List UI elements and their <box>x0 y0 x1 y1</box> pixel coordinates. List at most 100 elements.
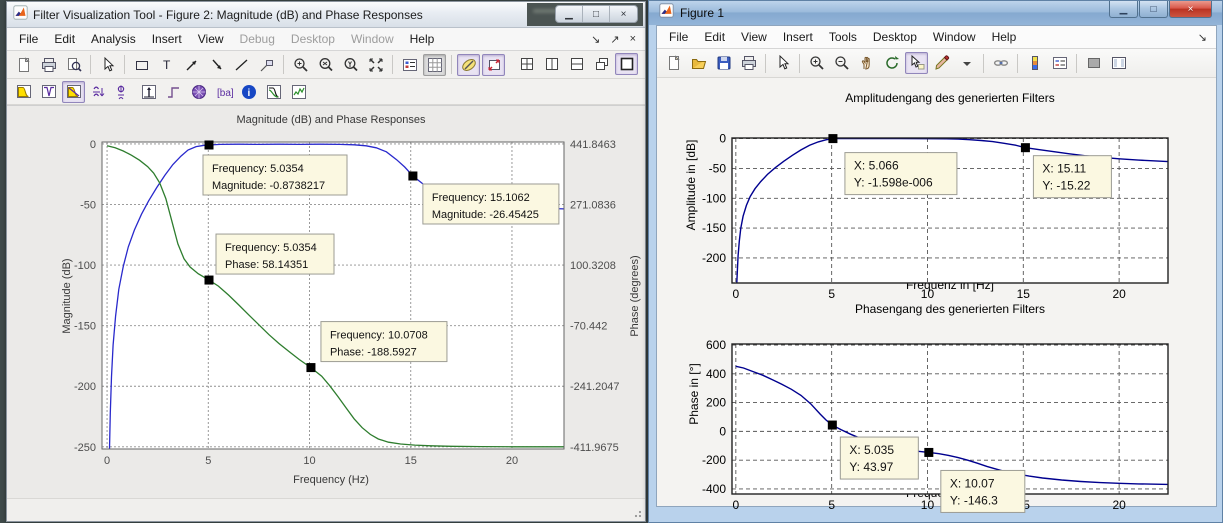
menu-analysis[interactable]: Analysis <box>83 28 144 50</box>
zoom-out-icon[interactable] <box>830 52 853 74</box>
zoom-y-icon[interactable] <box>339 54 362 76</box>
matlab-app-icon <box>659 3 674 23</box>
fvtool-main-toolbar: T <box>7 51 645 79</box>
menu-insert[interactable]: Insert <box>144 28 190 50</box>
full-view-icon[interactable] <box>364 54 387 76</box>
svg-text:441.8463: 441.8463 <box>570 139 616 151</box>
undock-figure-icon[interactable]: ↗ <box>605 33 624 46</box>
insert-colorbar-icon[interactable] <box>1023 52 1046 74</box>
magnitude-estimate-icon[interactable] <box>262 81 285 103</box>
fvtool-analysis-toolbar: [ba] i <box>7 79 645 105</box>
layout-single-icon[interactable] <box>615 53 638 75</box>
pole-zero-icon[interactable] <box>187 81 210 103</box>
phase-response-icon[interactable] <box>37 81 60 103</box>
menu-edit[interactable]: Edit <box>696 26 733 48</box>
menu-file[interactable]: File <box>661 26 696 48</box>
svg-text:i: i <box>247 88 250 99</box>
rotate-3d-icon[interactable] <box>880 52 903 74</box>
menu-help[interactable]: Help <box>402 28 443 50</box>
fvtool-menubar: FileEditAnalysisInsertViewDebugDesktopWi… <box>7 28 645 51</box>
fvtool-plot-canvas: Magnitude (dB) and Phase Responses Magni… <box>7 105 645 499</box>
layout-grid-icon[interactable] <box>515 53 538 75</box>
insert-arrow-se-icon[interactable] <box>205 54 228 76</box>
filter-coefficients-icon[interactable]: [ba] <box>212 81 235 103</box>
amplitude-plot[interactable]: 051015200-50-100-150-200X: 5.066Y: -1.59… <box>657 106 1216 312</box>
dropdown-caret-icon[interactable] <box>955 52 978 74</box>
menu-help[interactable]: Help <box>984 26 1025 48</box>
svg-text:-411.9675: -411.9675 <box>570 442 619 454</box>
grid-toggle-icon[interactable] <box>423 54 446 76</box>
menu-window[interactable]: Window <box>925 26 984 48</box>
svg-text:0: 0 <box>90 139 96 151</box>
insert-arrow-ne-icon[interactable] <box>180 54 203 76</box>
phase-plot[interactable]: 051015206004002000-200-400X: 5.035Y: 43.… <box>657 316 1216 523</box>
phase-plot-title: Phasengang des generierten Filters <box>855 302 1045 316</box>
print-figure-icon[interactable] <box>737 52 760 74</box>
open-file-icon[interactable] <box>687 52 710 74</box>
phase-delay-icon[interactable] <box>112 81 135 103</box>
draw-mode-icon[interactable] <box>457 54 480 76</box>
insert-line-icon[interactable] <box>230 54 253 76</box>
data-cursor-icon[interactable] <box>905 52 928 74</box>
group-delay-icon[interactable] <box>87 81 110 103</box>
insert-rectangle-icon[interactable] <box>130 54 153 76</box>
menu-view[interactable]: View <box>190 28 232 50</box>
zoom-in-icon[interactable] <box>805 52 828 74</box>
pin-icon[interactable] <box>255 54 278 76</box>
menu-tools[interactable]: Tools <box>821 26 865 48</box>
menu-view[interactable]: View <box>733 26 775 48</box>
menu-edit[interactable]: Edit <box>46 28 83 50</box>
svg-text:-400: -400 <box>702 482 726 496</box>
dock-figure-icon[interactable]: ↘ <box>586 33 605 46</box>
resize-grip-icon[interactable] <box>632 508 642 518</box>
layout-cascade-icon[interactable] <box>590 53 613 75</box>
fvtool-titlebar[interactable]: Filter Visualization Tool - Figure 2: Ma… <box>7 2 645 28</box>
svg-text:[ba]: [ba] <box>217 88 233 99</box>
print-preview-icon[interactable] <box>62 54 85 76</box>
zoom-in-icon[interactable] <box>289 54 312 76</box>
new-figure-icon[interactable] <box>662 52 685 74</box>
zoom-x-icon[interactable] <box>314 54 337 76</box>
svg-text:X: 15.11: X: 15.11 <box>1042 162 1086 176</box>
hide-plot-tools-icon[interactable] <box>1082 52 1105 74</box>
step-response-icon[interactable] <box>162 81 185 103</box>
menu-file[interactable]: File <box>11 28 46 50</box>
magnitude-phase-plot[interactable]: 051015200441.8463-50271.0836-100100.3208… <box>9 106 645 476</box>
figure1-titlebar[interactable]: Figure 1 ▁□× <box>649 1 1222 25</box>
minimize-button[interactable]: ▁ <box>1109 1 1138 18</box>
restore-button[interactable]: □ <box>583 6 610 22</box>
insert-legend-icon[interactable] <box>1048 52 1071 74</box>
dock-figure-icon[interactable]: ↘ <box>1193 31 1212 44</box>
save-figure-icon[interactable] <box>712 52 735 74</box>
close-button[interactable]: × <box>610 6 637 22</box>
round-off-noise-icon[interactable] <box>287 81 310 103</box>
svg-text:15: 15 <box>405 455 417 467</box>
link-plot-icon[interactable] <box>989 52 1012 74</box>
layout-horizontal-icon[interactable] <box>565 53 588 75</box>
magnitude-phase-icon[interactable] <box>62 81 85 103</box>
magnitude-response-icon[interactable] <box>12 81 35 103</box>
svg-text:-50: -50 <box>80 200 96 212</box>
close-button[interactable]: × <box>1169 1 1212 18</box>
restore-button[interactable]: □ <box>1139 1 1168 18</box>
print-icon[interactable] <box>37 54 60 76</box>
svg-text:Frequency: 15.1062: Frequency: 15.1062 <box>432 192 530 204</box>
pan-icon[interactable] <box>855 52 878 74</box>
minimize-button[interactable]: ▁ <box>556 6 583 22</box>
filter-info-icon[interactable]: i <box>237 81 260 103</box>
edit-plot-pointer-icon[interactable] <box>771 52 794 74</box>
fit-view-icon[interactable] <box>482 54 505 76</box>
edit-plot-pointer-icon[interactable] <box>96 54 119 76</box>
amplitude-plot-title: Amplitudengang des generierten Filters <box>845 91 1054 105</box>
menu-desktop[interactable]: Desktop <box>865 26 925 48</box>
brush-icon[interactable] <box>930 52 953 74</box>
legend-toggle-icon[interactable] <box>398 54 421 76</box>
svg-text:0: 0 <box>732 498 739 512</box>
show-plot-tools-icon[interactable] <box>1107 52 1130 74</box>
insert-text-icon[interactable]: T <box>155 54 178 76</box>
layout-vertical-icon[interactable] <box>540 53 563 75</box>
new-document-icon[interactable] <box>12 54 35 76</box>
close-figure-icon[interactable]: × <box>625 33 641 45</box>
impulse-response-icon[interactable] <box>137 81 160 103</box>
menu-insert[interactable]: Insert <box>775 26 821 48</box>
